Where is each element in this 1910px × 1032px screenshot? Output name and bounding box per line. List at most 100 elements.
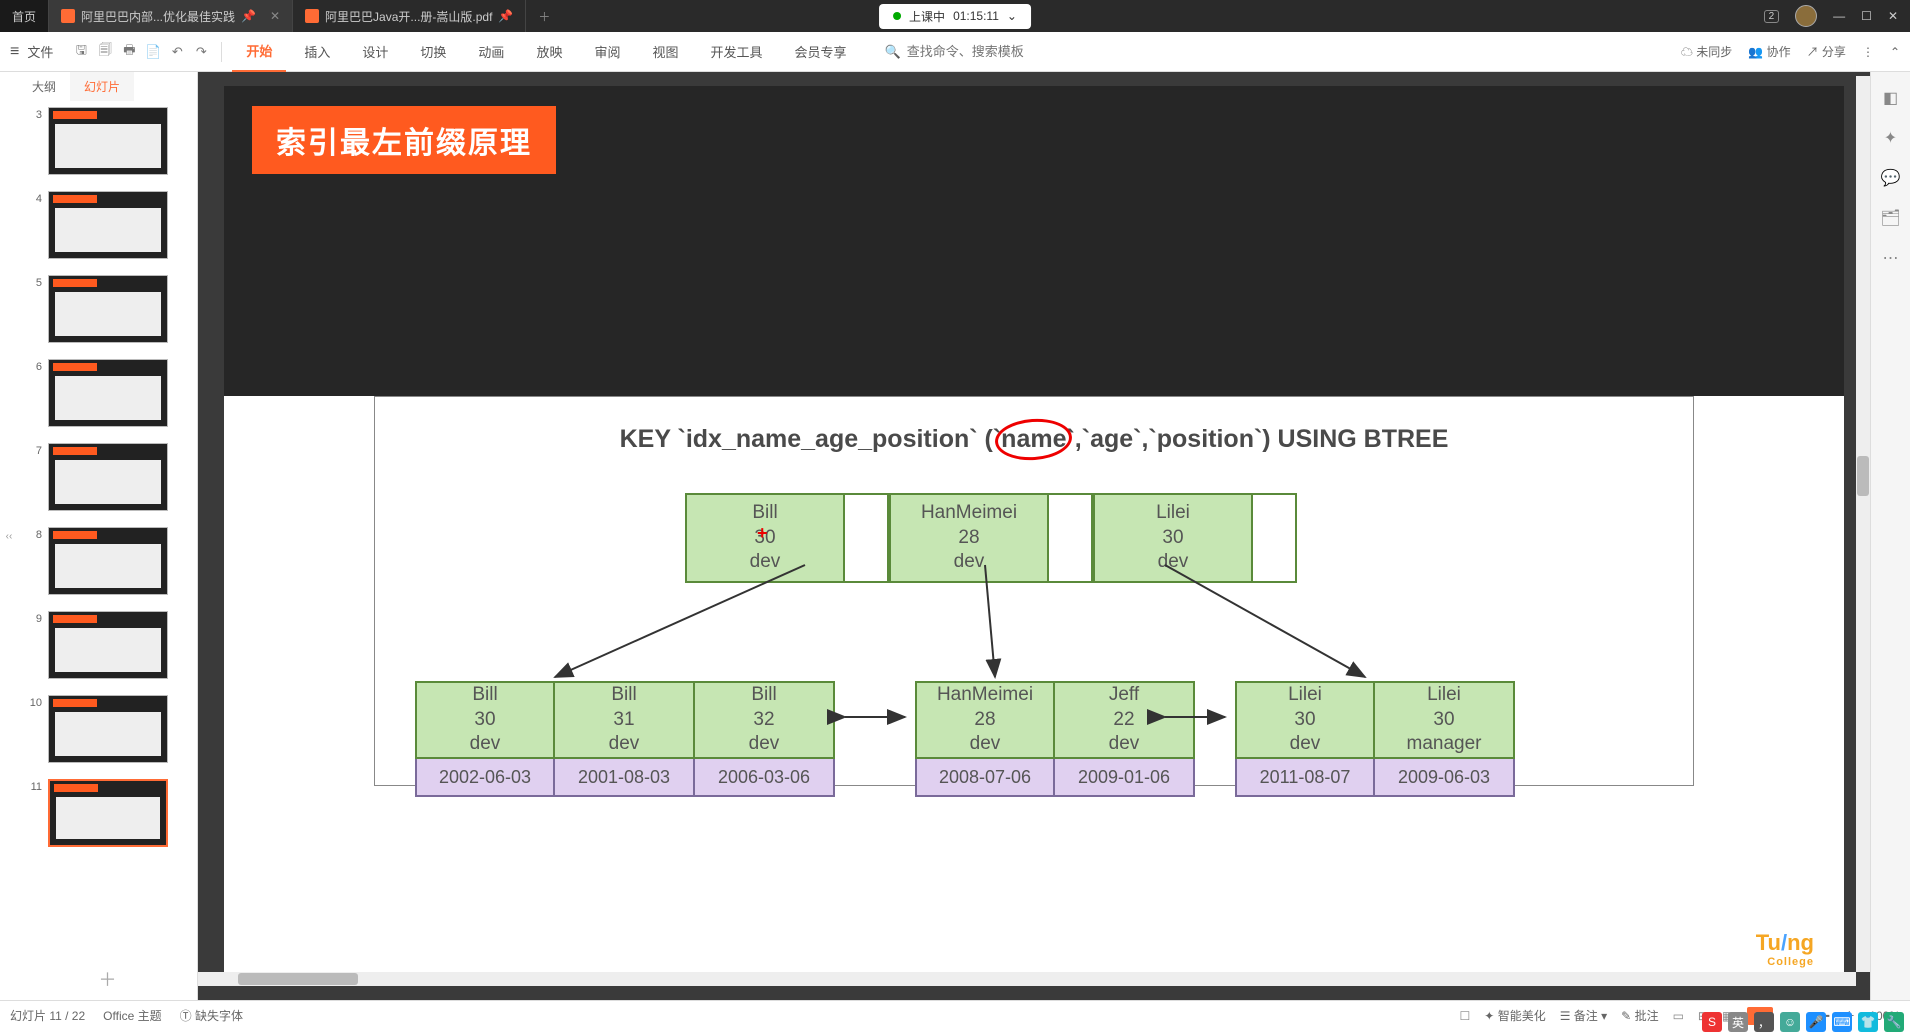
ime-lang-icon[interactable]: 英 (1728, 1012, 1748, 1032)
tool-magic-icon[interactable]: ✦ (1884, 128, 1897, 148)
date-cell: 2009-01-06 (1055, 759, 1195, 797)
thumbnail-9[interactable]: 9 (26, 611, 189, 679)
leaf-node: Lilei30dev (1235, 681, 1375, 759)
tab-pin-icon[interactable]: 📌 (241, 9, 256, 23)
thumbnail-7[interactable]: 7 (26, 443, 189, 511)
tab-close-icon[interactable]: ✕ (270, 9, 280, 23)
view-normal-icon[interactable]: ▭ (1673, 1009, 1684, 1023)
tray-punct-icon[interactable]: ， (1754, 1012, 1774, 1032)
title-bar: 首页 阿里巴巴内部...优化最佳实践 📌 ✕ 阿里巴巴Java开...册-嵩山版… (0, 0, 1910, 32)
date-cell: 2002-06-03 (415, 759, 555, 797)
ribbon-tab-review[interactable]: 审阅 (580, 32, 634, 72)
slides-tab[interactable]: 幻灯片 (70, 72, 134, 101)
ribbon-tab-insert[interactable]: 插入 (290, 32, 344, 72)
thumbnail-6[interactable]: 6 (26, 359, 189, 427)
tray-smile-icon[interactable]: ☺ (1780, 1012, 1800, 1032)
tray-shirt-icon[interactable]: 👕 (1858, 1012, 1878, 1032)
tool-material-icon[interactable]: 🗂 (1880, 208, 1900, 228)
horizontal-scrollbar[interactable] (198, 972, 1856, 986)
new-tab-button[interactable]: ＋ (526, 8, 562, 25)
leaf-node: Bill31dev (555, 681, 695, 759)
root-node: Lilei30dev (1093, 493, 1253, 583)
print-icon[interactable]: 🖶 (119, 42, 139, 62)
date-cell: 2011-08-07 (1235, 759, 1375, 797)
recording-indicator[interactable]: 上课中 01:15:11 ⌄ (879, 4, 1031, 29)
collab-button[interactable]: 👥 协作 (1748, 43, 1790, 60)
ribbon-tab-developer[interactable]: 开发工具 (696, 32, 776, 72)
add-slide-button[interactable]: ＋ (18, 958, 197, 1000)
command-search[interactable]: 🔍 (885, 44, 1047, 60)
close-button[interactable]: ✕ (1888, 9, 1898, 23)
slide-counter: 幻灯片 11 / 22 (10, 1007, 85, 1024)
menu-icon[interactable]: ≡ (10, 43, 19, 61)
document-tab-1[interactable]: 阿里巴巴内部...优化最佳实践 📌 ✕ (49, 0, 293, 32)
notes-button[interactable]: ☰ 备注 ▾ (1560, 1007, 1607, 1024)
slide-canvas[interactable]: 索引最左前缀原理 KEY `idx_name_age_position` (`n… (224, 86, 1844, 986)
tab-pin-icon[interactable]: 📌 (498, 9, 513, 23)
ribbon-tab-member[interactable]: 会员专享 (781, 32, 861, 72)
user-avatar[interactable] (1795, 5, 1817, 27)
tool-more-icon[interactable]: ⋯ (1883, 248, 1899, 268)
date-cell: 2008-07-06 (915, 759, 1055, 797)
collapse-ribbon-icon[interactable]: ⌃ (1890, 45, 1900, 59)
search-input[interactable] (907, 44, 1047, 59)
tool-comment-icon[interactable]: 💬 (1881, 168, 1901, 188)
sql-key-line: KEY `idx_name_age_position` (`name`,`age… (375, 425, 1693, 454)
screenshot-icon[interactable]: ☐ (1460, 1009, 1471, 1023)
thumbnail-4[interactable]: 4 (26, 191, 189, 259)
thumbnail-10[interactable]: 10 (26, 695, 189, 763)
file-menu[interactable]: 文件 (27, 42, 53, 61)
comments-button[interactable]: ✎ 批注 (1621, 1007, 1658, 1024)
document-tab-2[interactable]: 阿里巴巴Java开...册-嵩山版.pdf 📌 (293, 0, 526, 32)
ribbon-tab-start[interactable]: 开始 (232, 32, 286, 72)
print-preview-icon[interactable]: 📄 (143, 42, 163, 62)
ribbon-tab-design[interactable]: 设计 (348, 32, 402, 72)
slide-title: 索引最左前缀原理 (252, 106, 556, 174)
missing-font-warning[interactable]: Ⓣ 缺失字体 (180, 1007, 243, 1024)
search-icon: 🔍 (885, 44, 901, 60)
maximize-button[interactable]: ☐ (1861, 9, 1872, 23)
thumbnail-8[interactable]: 8 (26, 527, 189, 595)
sync-status[interactable]: ☁ 未同步 (1681, 43, 1732, 60)
save-as-icon[interactable]: 🗐 (95, 42, 115, 62)
ribbon-tab-view[interactable]: 视图 (638, 32, 692, 72)
minimize-button[interactable]: — (1833, 9, 1845, 23)
chevron-down-icon[interactable]: ⌄ (1007, 9, 1017, 23)
tray-mic-icon[interactable]: 🎤 (1806, 1012, 1826, 1032)
tray-keyboard-icon[interactable]: ⌨ (1832, 1012, 1852, 1032)
outline-tab[interactable]: 大纲 (18, 72, 70, 101)
theme-label: Office 主题 (103, 1007, 161, 1024)
ribbon-tab-slideshow[interactable]: 放映 (522, 32, 576, 72)
thumbnail-11[interactable]: 11 (26, 779, 189, 847)
save-icon[interactable]: 🖫 (71, 42, 91, 62)
leaf-group: Lilei30devLilei30manager2011-08-072009-0… (1235, 681, 1515, 797)
thumbnail-5[interactable]: 5 (26, 275, 189, 343)
logo: Tu/ng College (1756, 930, 1814, 968)
ribbon-tab-transition[interactable]: 切换 (406, 32, 460, 72)
thumbnail-3[interactable]: 3 (26, 107, 189, 175)
beautify-button[interactable]: ✦ 智能美化 (1484, 1007, 1545, 1024)
ime-sogou-icon[interactable]: S (1702, 1012, 1722, 1032)
redo-icon[interactable]: ↷ (191, 42, 211, 62)
ribbon-tab-animation[interactable]: 动画 (464, 32, 518, 72)
more-icon[interactable]: ⋮ (1862, 45, 1874, 59)
notification-badge[interactable]: 2 (1764, 10, 1780, 23)
leaf-node: Bill32dev (695, 681, 835, 759)
vertical-scrollbar[interactable] (1856, 76, 1870, 972)
date-cell: 2006-03-06 (695, 759, 835, 797)
collapse-panel-button[interactable]: ‹‹ (0, 72, 18, 1000)
home-tab[interactable]: 首页 (0, 0, 49, 32)
diagram: KEY `idx_name_age_position` (`name`,`age… (374, 396, 1694, 786)
pdf-icon (305, 9, 319, 23)
tray-wrench-icon[interactable]: 🔧 (1884, 1012, 1904, 1032)
thumbnail-panel: 大纲 幻灯片 3 4 5 6 7 8 9 10 11 ＋ (18, 72, 198, 1000)
pointer-mark-icon: + (757, 523, 768, 544)
presentation-icon (61, 9, 75, 23)
share-button[interactable]: ↗ 分享 (1807, 43, 1846, 60)
leaf-node: Jeff22dev (1055, 681, 1195, 759)
tool-design-icon[interactable]: ◧ (1883, 88, 1898, 108)
undo-icon[interactable]: ↶ (167, 42, 187, 62)
date-cell: 2009-06-03 (1375, 759, 1515, 797)
leaf-group: Bill30devBill31devBill32dev2002-06-03200… (415, 681, 835, 797)
root-node: HanMeimei28dev (889, 493, 1049, 583)
